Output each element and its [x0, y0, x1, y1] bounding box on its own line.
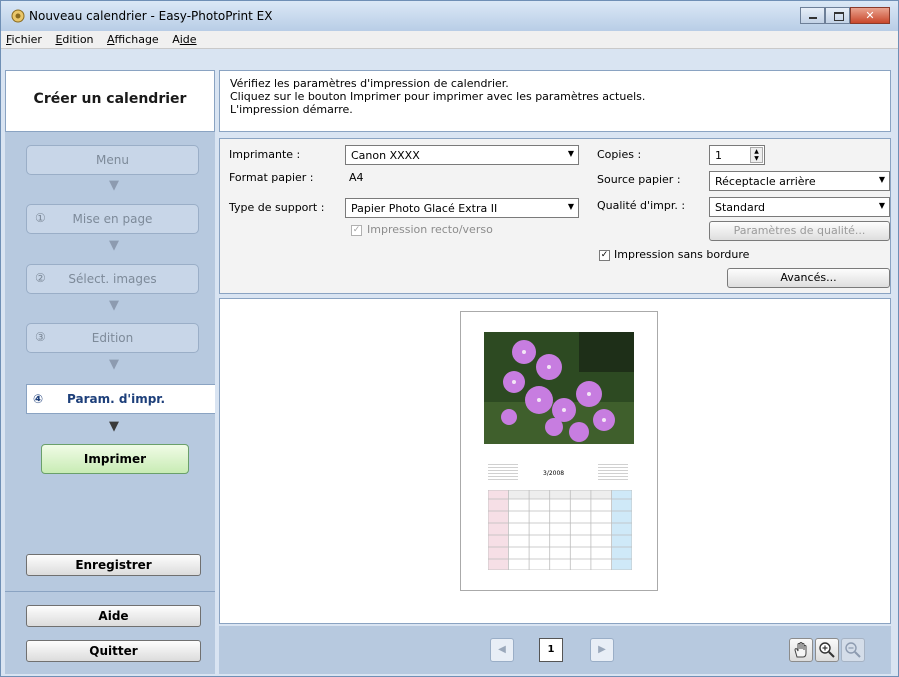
mini-calendar-next: [598, 462, 628, 480]
down-arrow-icon: ▼: [109, 419, 119, 434]
print-quality-label: Qualité d'impr. :: [597, 199, 686, 212]
down-arrow-icon: ▼: [109, 238, 119, 253]
chevron-down-icon: ▼: [567, 202, 574, 211]
instruction-line-3: L'impression démarre.: [230, 103, 353, 116]
paper-size-label: Format papier :: [229, 171, 314, 184]
mini-calendar-prev: [488, 462, 518, 480]
step-4-number: ④: [33, 392, 44, 406]
menu-fichier[interactable]: Fichier: [1, 31, 47, 46]
printer-value: Canon XXXX: [351, 149, 420, 162]
minimize-icon: [809, 17, 817, 19]
zoom-in-button[interactable]: [815, 638, 839, 662]
menu-edition-label: dition: [62, 33, 94, 46]
zoom-in-icon: [819, 642, 835, 658]
menu-affichage-mnemonic: A: [107, 33, 115, 46]
duplex-checkbox[interactable]: ✓: [351, 225, 362, 236]
quality-settings-button[interactable]: Paramètres de qualité...: [709, 221, 890, 241]
menu-aide-label: ide: [179, 33, 197, 46]
paper-source-label: Source papier :: [597, 173, 681, 186]
title-bar: Nouveau calendrier - Easy-PhotoPrint EX …: [1, 1, 898, 31]
borderless-checkbox[interactable]: ✓: [599, 250, 610, 261]
zoom-out-icon: [845, 642, 861, 658]
menu-bar: Fichier Edition Affichage Aide: [1, 31, 898, 49]
menu-aide[interactable]: Aide: [167, 31, 201, 46]
print-button[interactable]: Imprimer: [41, 444, 189, 474]
instruction-line-1: Vérifiez les paramètres d'impression de …: [230, 77, 509, 90]
minimize-button[interactable]: [800, 7, 825, 24]
maximize-button[interactable]: [825, 7, 850, 24]
media-type-select[interactable]: Papier Photo Glacé Extra II ▼: [345, 198, 579, 218]
paper-size-value: A4: [349, 171, 364, 184]
step-param-impr[interactable]: ④ Param. d'impr.: [26, 384, 215, 414]
menu-affichage[interactable]: Affichage: [102, 31, 164, 46]
hand-tool-button[interactable]: [789, 638, 813, 662]
save-button[interactable]: Enregistrer: [26, 554, 201, 576]
print-quality-value: Standard: [715, 201, 766, 214]
instruction-line-2: Cliquez sur le bouton Imprimer pour impr…: [230, 90, 646, 103]
chevron-down-icon: ▼: [567, 149, 574, 158]
preview-page: 3/2008: [460, 311, 658, 591]
menu-affichage-label: ffichage: [114, 33, 159, 46]
step-select-images[interactable]: ② Sélect. images: [26, 264, 199, 294]
calendar-month-label: 3/2008: [543, 470, 565, 477]
printer-select[interactable]: Canon XXXX ▼: [345, 145, 579, 165]
step-menu-label: Menu: [96, 153, 129, 167]
app-window: Nouveau calendrier - Easy-PhotoPrint EX …: [0, 0, 899, 677]
close-icon: ✕: [865, 9, 875, 22]
media-type-value: Papier Photo Glacé Extra II: [351, 202, 498, 215]
menu-edition[interactable]: Edition: [50, 31, 98, 46]
hand-icon: [794, 642, 807, 658]
page-title: Créer un calendrier: [33, 91, 187, 107]
calendar-grid: [488, 490, 632, 570]
step-menu[interactable]: Menu: [26, 145, 199, 175]
paper-source-select[interactable]: Réceptacle arrière ▼: [709, 171, 890, 191]
divider: [5, 591, 215, 592]
chevron-down-icon: ▼: [878, 175, 885, 184]
step-mise-en-page[interactable]: ① Mise en page: [26, 204, 199, 234]
media-type-label: Type de support :: [229, 201, 325, 214]
quit-button[interactable]: Quitter: [26, 640, 201, 662]
maximize-icon: [834, 12, 844, 21]
next-page-button[interactable]: ▶: [590, 638, 614, 662]
step-1-label: Mise en page: [72, 212, 153, 226]
paper-source-value: Réceptacle arrière: [715, 175, 816, 188]
step-2-label: Sélect. images: [68, 272, 157, 286]
down-arrow-icon: ▼: [109, 298, 119, 313]
help-button[interactable]: Aide: [26, 605, 201, 627]
duplex-label: Impression recto/verso: [367, 223, 493, 236]
spin-arrows-icon[interactable]: ▲ ▼: [750, 147, 763, 163]
step-4-label: Param. d'impr.: [67, 392, 166, 406]
left-title-box: Créer un calendrier: [5, 70, 215, 132]
borderless-label: Impression sans bordure: [614, 248, 750, 261]
copies-value: 1: [715, 149, 722, 162]
window-title: Nouveau calendrier - Easy-PhotoPrint EX: [29, 9, 273, 23]
menu-aide-first: A: [172, 33, 180, 46]
copies-label: Copies :: [597, 148, 642, 161]
chevron-right-icon: ▶: [598, 644, 606, 655]
calendar-photo: [484, 332, 634, 444]
down-arrow-icon: ▼: [109, 357, 119, 372]
chevron-down-icon: ▼: [878, 201, 885, 210]
menu-fichier-label: ichier: [11, 33, 42, 46]
step-edition[interactable]: ③ Edition: [26, 323, 199, 353]
close-button[interactable]: ✕: [850, 7, 890, 24]
chevron-left-icon: ◀: [498, 644, 506, 655]
printer-label: Imprimante :: [229, 148, 301, 161]
copies-stepper[interactable]: 1 ▲ ▼: [709, 145, 765, 165]
page-number: 1: [539, 638, 563, 662]
instructions-box: Vérifiez les paramètres d'impression de …: [219, 70, 891, 132]
advanced-button[interactable]: Avancés...: [727, 268, 890, 288]
app-icon: [11, 9, 25, 23]
print-quality-select[interactable]: Standard ▼: [709, 197, 890, 217]
zoom-out-button[interactable]: [841, 638, 865, 662]
step-3-label: Edition: [91, 331, 134, 345]
previous-page-button[interactable]: ◀: [490, 638, 514, 662]
down-arrow-icon: ▼: [109, 178, 119, 193]
